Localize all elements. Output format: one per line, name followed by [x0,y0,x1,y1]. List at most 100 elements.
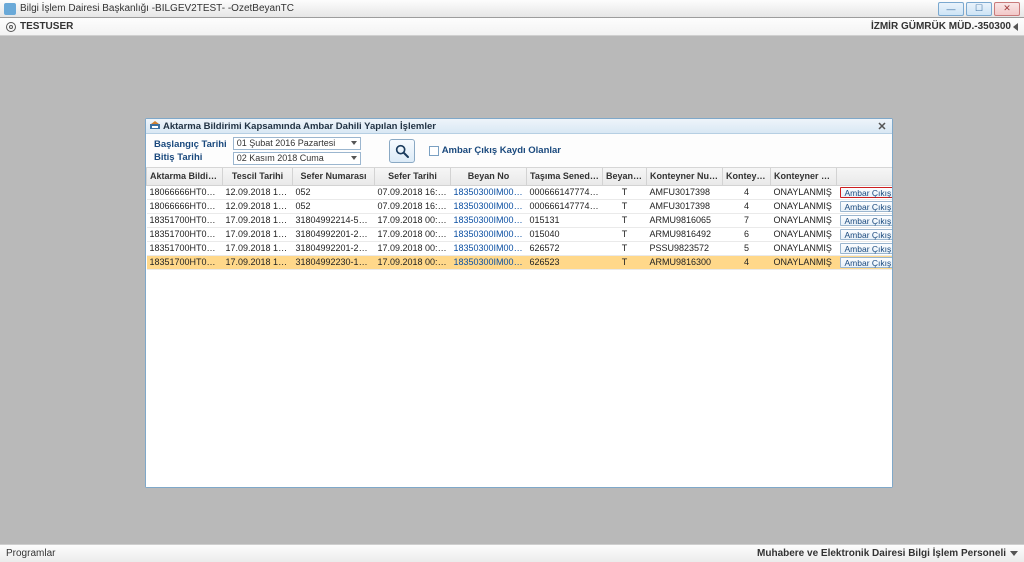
window-title: Bilgi İşlem Dairesi Başkanlığı -BILGEV2T… [20,3,938,14]
table-cell: 052 [293,185,375,199]
col-header[interactable]: Taşıma Senedi No [527,168,603,185]
search-button[interactable] [389,139,415,163]
table-cell: T [603,255,647,269]
app-icon [4,3,16,15]
gear-icon [6,22,16,32]
table-cell: 17.09.2018 12:4... [223,227,293,241]
table-cell: ONAYLANMIŞ [771,227,837,241]
search-icon [394,143,410,159]
ambar-cikis-button[interactable]: Ambar Çıkış [840,201,893,212]
end-date-value: 02 Kasım 2018 Cuma [237,153,324,163]
end-date-label: Bitiş Tarihi [154,152,227,163]
col-header[interactable]: Beyan No [451,168,527,185]
table-cell: 31804992201-2C000... [293,227,375,241]
chevron-down-icon [351,156,357,160]
col-header[interactable]: Konteyner Numarası [647,168,723,185]
table-header-row: Aktarma Bildirim NoTescil TarihiSefer Nu… [147,168,893,185]
table-row[interactable]: 18066666HT00006212.09.2018 16:2...05207.… [147,199,893,213]
statusbar-left[interactable]: Programlar [6,548,55,559]
filter-inputs: 01 Şubat 2016 Pazartesi 02 Kasım 2018 Cu… [233,137,361,165]
table-cell: 6 [723,227,771,241]
table-cell: 052 [293,199,375,213]
table-cell-action: Ambar Çıkış [837,227,893,241]
dialog-window: Aktarma Bildirimi Kapsamında Ambar Dahil… [145,118,893,488]
ambar-cikis-button[interactable]: Ambar Çıkış [840,257,893,268]
table-cell: 31804992214-5C000... [293,213,375,227]
table-cell: 000666147774798 [527,199,603,213]
col-header[interactable]: Sefer Tarihi [375,168,451,185]
table-cell-action: Ambar Çıkış [837,213,893,227]
table-body: 18066666HT00005912.09.2018 15:2...05207.… [147,185,893,269]
start-date-value: 01 Şubat 2016 Pazartesi [237,138,336,148]
ambar-cikis-button[interactable]: Ambar Çıkış [840,215,893,226]
statusbar-right-text: Muhabere ve Elektronik Dairesi Bilgi İşl… [757,548,1006,559]
dialog-title: Aktarma Bildirimi Kapsamında Ambar Dahil… [163,121,436,132]
col-header[interactable]: Tescil Tarihi [223,168,293,185]
dialog-titlebar: Aktarma Bildirimi Kapsamında Ambar Dahil… [146,119,892,134]
close-button[interactable]: ✕ [994,2,1020,16]
table-cell: T [603,241,647,255]
table-cell: 18350300IM000108 [451,241,527,255]
table-cell: 4 [723,199,771,213]
table-cell: 015131 [527,213,603,227]
table-cell: AMFU3017398 [647,199,723,213]
office-label[interactable]: İZMİR GÜMRÜK MÜD.-350300 [871,21,1018,32]
col-header[interactable]: Sefer Numarası [293,168,375,185]
results-table: Aktarma Bildirim NoTescil TarihiSefer Nu… [146,168,892,270]
filter-checkbox-wrap[interactable]: Ambar Çıkış Kaydı Olanlar [429,145,561,156]
table-cell: 17.09.2018 12:4... [223,213,293,227]
col-header[interactable]: Aktarma Bildirim No [147,168,223,185]
table-cell: ARMU9816492 [647,227,723,241]
table-cell: 5 [723,241,771,255]
table-cell: 17.09.2018 12:4... [223,255,293,269]
col-header[interactable] [837,168,893,185]
table-row[interactable]: 18351700HT00003617.09.2018 12:4...318049… [147,241,893,255]
col-header[interactable]: Konteyner Kap Adedi [723,168,771,185]
table-row[interactable]: 18066666HT00005912.09.2018 15:2...05207.… [147,185,893,199]
table-row[interactable]: 18351700HT00003617.09.2018 12:4...318049… [147,227,893,241]
table-cell-action: Ambar Çıkış [837,185,893,199]
table-cell: 18066666HT000062 [147,199,223,213]
table-cell: 12.09.2018 16:2... [223,199,293,213]
table-cell: 17.09.2018 00:0... [375,227,451,241]
filter-labels: Başlangıç Tarihi Bitiş Tarihi [154,139,227,163]
filter-checkbox-label: Ambar Çıkış Kaydı Olanlar [442,145,561,156]
user-bar: TESTUSER İZMİR GÜMRÜK MÜD.-350300 [0,18,1024,36]
ambar-cikis-button[interactable]: Ambar Çıkış [840,229,893,240]
start-date-label: Başlangıç Tarihi [154,139,227,150]
table-cell: PSSU9823572 [647,241,723,255]
results-table-area: Aktarma Bildirim NoTescil TarihiSefer Nu… [146,168,892,487]
table-cell-action: Ambar Çıkış [837,241,893,255]
filter-area: Başlangıç Tarihi Bitiş Tarihi 01 Şubat 2… [146,134,892,168]
table-cell: 7 [723,213,771,227]
table-cell: ONAYLANMIŞ [771,199,837,213]
table-cell: ONAYLANMIŞ [771,241,837,255]
table-cell: 626572 [527,241,603,255]
table-cell-action: Ambar Çıkış [837,199,893,213]
col-header[interactable]: Konteyner Durum [771,168,837,185]
table-cell: 07.09.2018 16:0... [375,199,451,213]
end-date-input[interactable]: 02 Kasım 2018 Cuma [233,152,361,165]
table-cell: 4 [723,185,771,199]
dialog-close-button[interactable]: ✕ [876,120,888,132]
table-row[interactable]: 18351700HT00003417.09.2018 12:4...318049… [147,213,893,227]
table-row[interactable]: 18351700HT00003717.09.2018 12:4...318049… [147,255,893,269]
table-cell: 015040 [527,227,603,241]
col-header[interactable]: Beyan Türü [603,168,647,185]
chevron-down-icon [1010,551,1018,556]
office-text: İZMİR GÜMRÜK MÜD.-350300 [871,21,1011,32]
ambar-cikis-button[interactable]: Ambar Çıkış [840,187,893,198]
minimize-button[interactable]: — [938,2,964,16]
table-cell: 31804992201-2C000... [293,241,375,255]
ambar-cikis-button[interactable]: Ambar Çıkış [840,243,893,254]
table-cell: T [603,227,647,241]
statusbar-right[interactable]: Muhabere ve Elektronik Dairesi Bilgi İşl… [757,548,1018,559]
chevron-left-icon [1013,23,1018,31]
table-cell: 18066666HT000059 [147,185,223,199]
maximize-button[interactable]: ☐ [966,2,992,16]
table-cell: 18350300IM000106 [451,255,527,269]
table-cell: T [603,199,647,213]
start-date-input[interactable]: 01 Şubat 2016 Pazartesi [233,137,361,150]
table-cell: T [603,185,647,199]
checkbox-icon[interactable] [429,146,439,156]
